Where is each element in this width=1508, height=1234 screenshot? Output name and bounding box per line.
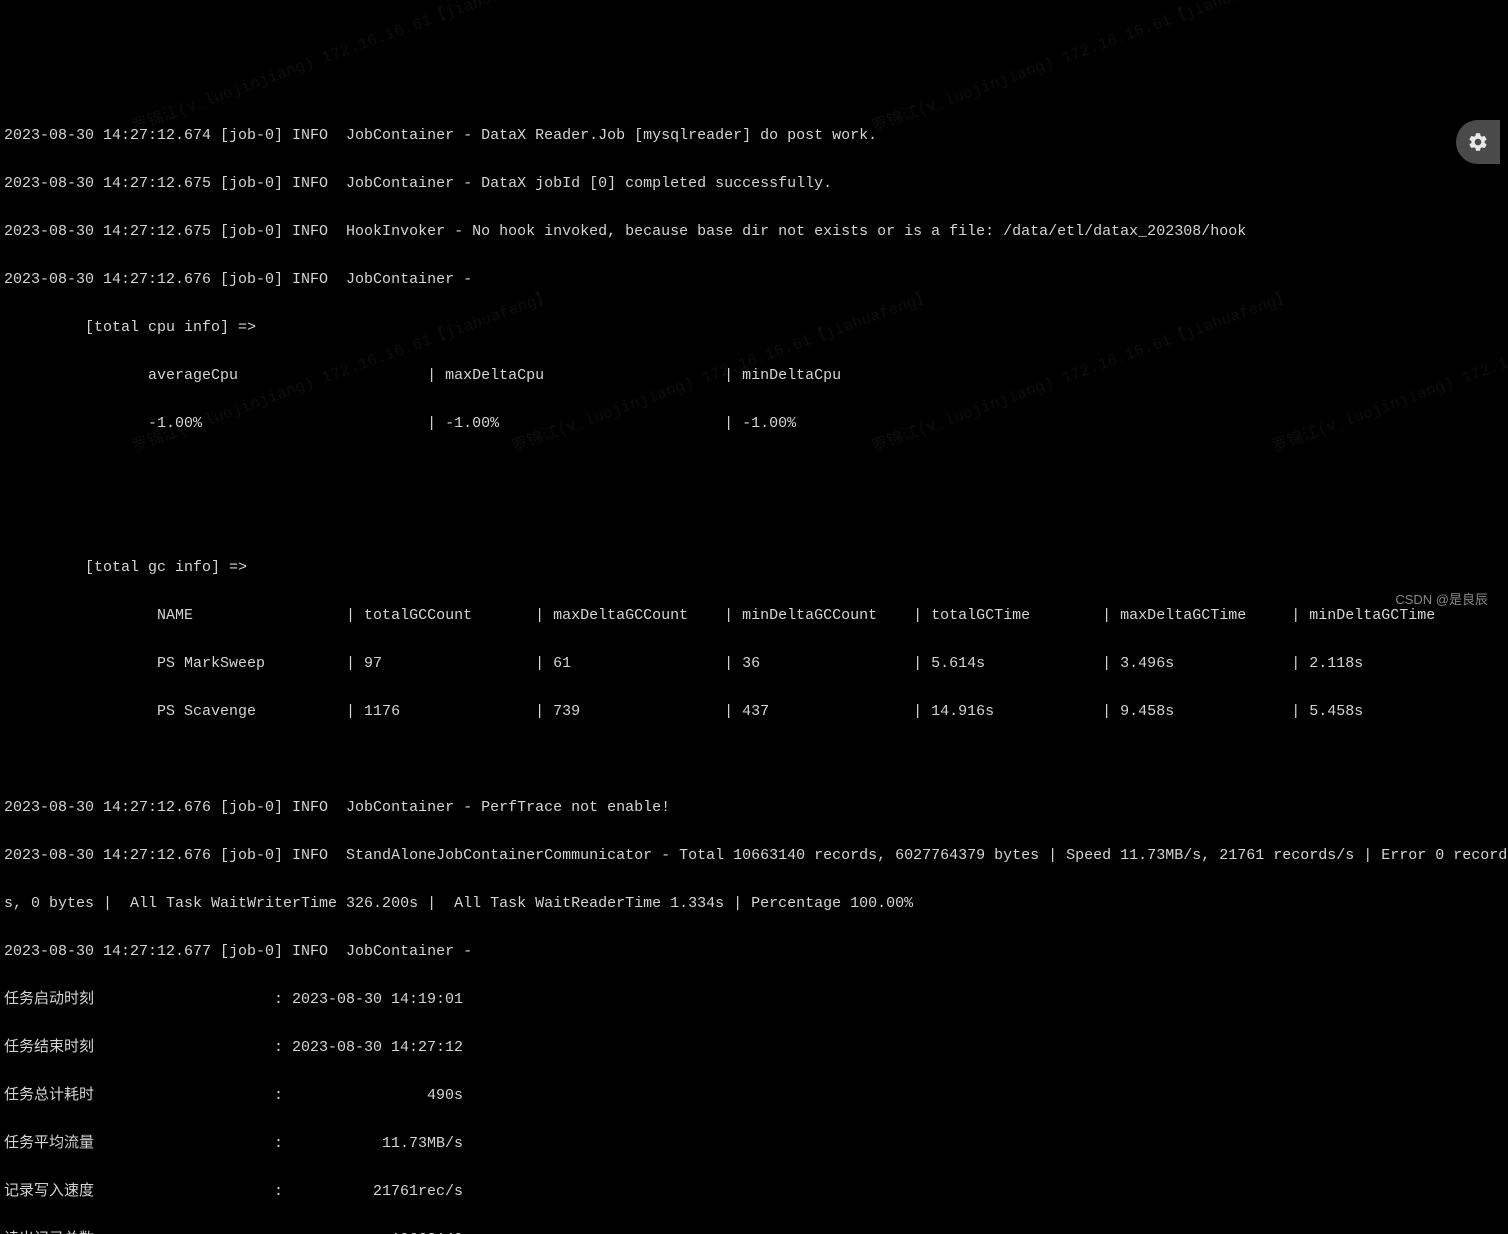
log-line: 2023-08-30 14:27:12.674 [job-0] INFO Job…	[4, 124, 1504, 148]
log-line: 2023-08-30 14:27:12.675 [job-0] INFO Hoo…	[4, 220, 1504, 244]
blank-line	[4, 460, 1504, 484]
gc-info-row: PS MarkSweep | 97 | 61 | 36 | 5.614s | 3…	[4, 652, 1504, 676]
settings-button[interactable]	[1456, 120, 1500, 164]
log-line: 2023-08-30 14:27:12.676 [job-0] INFO Job…	[4, 796, 1504, 820]
gc-info-row: PS Scavenge | 1176 | 739 | 437 | 14.916s…	[4, 700, 1504, 724]
csdn-watermark: CSDN @是良辰	[1395, 590, 1488, 611]
log-line: 2023-08-30 14:27:12.676 [job-0] INFO Job…	[4, 268, 1504, 292]
log-line: 2023-08-30 14:27:12.677 [job-0] INFO Job…	[4, 940, 1504, 964]
log-line: 2023-08-30 14:27:12.675 [job-0] INFO Job…	[4, 172, 1504, 196]
summary-line: 任务启动时刻 : 2023-08-30 14:19:01	[4, 988, 1504, 1012]
log-line: s, 0 bytes | All Task WaitWriterTime 326…	[4, 892, 1504, 916]
summary-line: 读出记录总数 : 10663140	[4, 1228, 1504, 1234]
gear-icon	[1467, 131, 1489, 153]
blank-line	[4, 748, 1504, 772]
blank-line	[4, 508, 1504, 532]
summary-line: 任务总计耗时 : 490s	[4, 1084, 1504, 1108]
gc-info-columns: NAME | totalGCCount | maxDeltaGCCount | …	[4, 604, 1504, 628]
summary-line: 任务平均流量 : 11.73MB/s	[4, 1132, 1504, 1156]
terminal-output: 2023-08-30 14:27:12.674 [job-0] INFO Job…	[0, 96, 1508, 1234]
cpu-info-columns: averageCpu | maxDeltaCpu | minDeltaCpu	[4, 364, 1504, 388]
cpu-info-header: [total cpu info] =>	[4, 316, 1504, 340]
cpu-info-values: -1.00% | -1.00% | -1.00%	[4, 412, 1504, 436]
summary-line: 记录写入速度 : 21761rec/s	[4, 1180, 1504, 1204]
summary-line: 任务结束时刻 : 2023-08-30 14:27:12	[4, 1036, 1504, 1060]
log-line: 2023-08-30 14:27:12.676 [job-0] INFO Sta…	[4, 844, 1504, 868]
gc-info-header: [total gc info] =>	[4, 556, 1504, 580]
